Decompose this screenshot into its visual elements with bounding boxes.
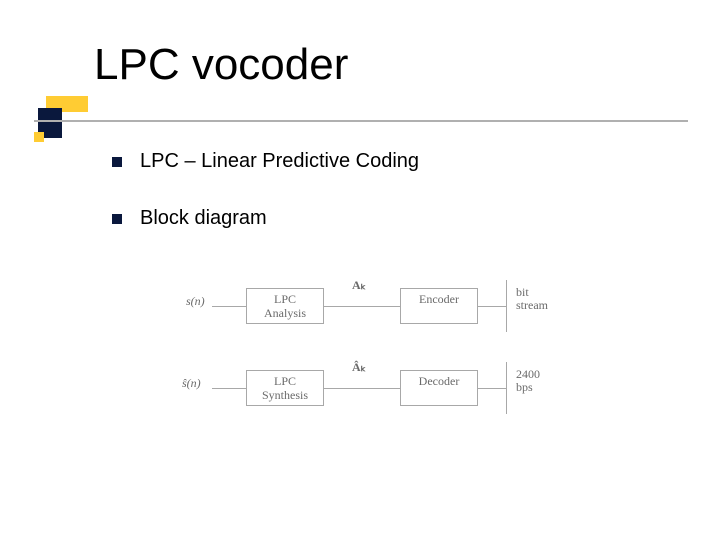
bitstream-bar (506, 280, 507, 332)
slide-title: LPC vocoder (94, 40, 348, 90)
bullet-text: LPC – Linear Predictive Coding (140, 150, 419, 173)
bullet-item: LPC – Linear Predictive Coding (112, 150, 672, 173)
arrow (212, 306, 246, 307)
lpc-synthesis-block: LPCSynthesis (246, 370, 324, 406)
coeff-hat-label: Âₖ (352, 360, 366, 375)
input-signal-label: s(n) (186, 294, 205, 309)
bullet-text: Block diagram (140, 207, 267, 230)
coeff-label: Aₖ (352, 278, 366, 293)
decoder-block: Decoder (400, 370, 478, 406)
bullet-icon (112, 214, 122, 224)
arrow (478, 388, 506, 389)
bullet-item: Block diagram (112, 207, 672, 230)
title-decoration (34, 96, 94, 150)
encoder-block: Encoder (400, 288, 478, 324)
bitstream-label: bitstream (516, 286, 548, 311)
block-diagram: s(n) LPCAnalysis Aₖ Encoder bitstream ŝ(… (180, 280, 560, 418)
slide: LPC vocoder LPC – Linear Predictive Codi… (0, 0, 720, 540)
bitrate-label: 2400bps (516, 368, 540, 393)
output-signal-label: ŝ(n) (182, 376, 201, 391)
diagram-row-bottom: ŝ(n) LPCSynthesis Âₖ Decoder 2400bps (180, 362, 560, 418)
diagram-row-top: s(n) LPCAnalysis Aₖ Encoder bitstream (180, 280, 560, 336)
lpc-analysis-block: LPCAnalysis (246, 288, 324, 324)
arrow (324, 388, 400, 389)
bullet-list: LPC – Linear Predictive Coding Block dia… (112, 150, 672, 264)
rate-bar (506, 362, 507, 414)
deco-bar-small (34, 132, 44, 142)
title-underline (34, 120, 688, 122)
arrow (478, 306, 506, 307)
diagram-row-gap (180, 336, 560, 362)
bullet-icon (112, 157, 122, 167)
arrow (212, 388, 246, 389)
arrow (324, 306, 400, 307)
